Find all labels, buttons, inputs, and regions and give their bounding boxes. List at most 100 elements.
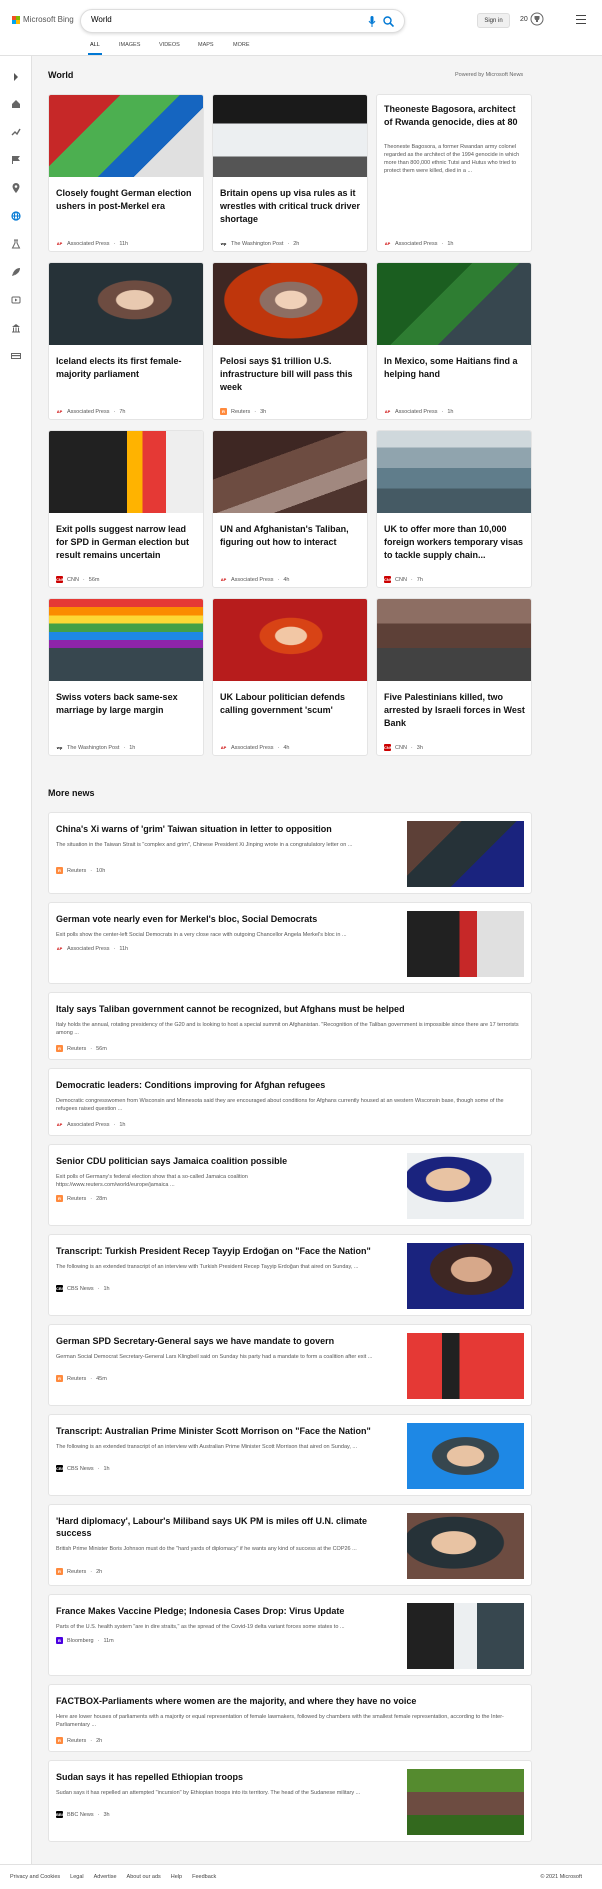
news-list-item[interactable]: Transcript: Turkish President Recep Tayy… <box>48 1234 532 1316</box>
card-source: wp The Washington Post · 2h <box>220 240 300 247</box>
footer-link-feedback[interactable]: Feedback <box>192 1874 216 1880</box>
news-list-item[interactable]: Democratic leaders: Conditions improving… <box>48 1068 532 1136</box>
news-card[interactable]: Five Palestinians killed, two arrested b… <box>376 598 532 756</box>
news-list-item[interactable]: German vote nearly even for Merkel's blo… <box>48 902 532 984</box>
news-title[interactable]: China's Xi warns of 'grim' Taiwan situat… <box>56 823 386 835</box>
home-icon[interactable] <box>11 96 21 108</box>
card-title[interactable]: Closely fought German election ushers in… <box>56 187 198 213</box>
card-title[interactable]: Theoneste Bagosora, architect of Rwanda … <box>384 103 526 129</box>
search-input[interactable] <box>91 15 351 24</box>
article-image <box>213 263 367 345</box>
source-logo-icon: wp <box>56 744 63 751</box>
card-title[interactable]: Iceland elects its first female-majority… <box>56 355 198 381</box>
news-list-item[interactable]: Italy says Taliban government cannot be … <box>48 992 532 1060</box>
article-image <box>213 431 367 513</box>
tab-more[interactable]: MORE <box>233 42 250 48</box>
article-image <box>49 263 203 345</box>
news-card[interactable]: UN and Afghanistan's Taliban, figuring o… <box>212 430 368 588</box>
tab-all[interactable]: ALL <box>90 42 100 48</box>
news-list-item[interactable]: Sudan says it has repelled Ethiopian tro… <box>48 1760 532 1842</box>
card-title[interactable]: UK to offer more than 10,000 foreign wor… <box>384 523 526 562</box>
flag-icon[interactable] <box>11 152 21 164</box>
card-title[interactable]: UN and Afghanistan's Taliban, figuring o… <box>220 523 362 549</box>
news-thumbnail <box>407 1513 524 1579</box>
source-logo-icon: CBS <box>56 1285 65 1292</box>
rewards-trophy-icon[interactable] <box>530 12 544 26</box>
card-source: AP Associated Press · 11h <box>56 240 129 247</box>
card-title[interactable]: UK Labour politician defends calling gov… <box>220 691 362 717</box>
building-icon[interactable] <box>11 320 21 333</box>
search-icon[interactable] <box>383 16 394 27</box>
news-title[interactable]: 'Hard diplomacy', Labour's Miliband says… <box>56 1515 396 1539</box>
money-icon[interactable] <box>11 348 21 359</box>
news-title[interactable]: Sudan says it has repelled Ethiopian tro… <box>56 1771 386 1783</box>
news-title[interactable]: France Makes Vaccine Pledge; Indonesia C… <box>56 1605 386 1617</box>
microphone-icon[interactable] <box>368 16 376 27</box>
footer-link-privacy[interactable]: Privacy and Cookies <box>10 1874 60 1880</box>
news-card[interactable]: Britain opens up visa rules as it wrestl… <box>212 94 368 252</box>
location-icon[interactable] <box>11 180 21 193</box>
news-card[interactable]: Closely fought German election ushers in… <box>48 94 204 252</box>
news-card[interactable]: UK to offer more than 10,000 foreign wor… <box>376 430 532 588</box>
expand-chevron-icon[interactable] <box>11 69 21 81</box>
news-card[interactable]: Pelosi says $1 trillion U.S. infrastruct… <box>212 262 368 420</box>
bing-logo[interactable]: Microsoft Bing <box>12 15 74 24</box>
news-list-item[interactable]: FACTBOX-Parliaments where women are the … <box>48 1684 532 1752</box>
news-title[interactable]: Italy says Taliban government cannot be … <box>56 1003 526 1015</box>
news-list-item[interactable]: Senior CDU politician says Jamaica coali… <box>48 1144 532 1226</box>
tab-maps[interactable]: MAPS <box>198 42 214 48</box>
source-logo-icon: AP <box>384 240 391 247</box>
news-thumbnail <box>407 1423 524 1489</box>
sign-in-button[interactable]: Sign in <box>477 13 510 28</box>
news-title[interactable]: German vote nearly even for Merkel's blo… <box>56 913 386 925</box>
article-image <box>49 431 203 513</box>
footer-link-help[interactable]: Help <box>171 1874 182 1880</box>
trending-icon[interactable] <box>11 124 21 136</box>
footer-link-about-ads[interactable]: About our ads <box>127 1874 161 1880</box>
card-title[interactable]: Exit polls suggest narrow lead for SPD i… <box>56 523 198 562</box>
card-title[interactable]: Five Palestinians killed, two arrested b… <box>384 691 526 730</box>
news-title[interactable]: FACTBOX-Parliaments where women are the … <box>56 1695 526 1707</box>
news-snippet: Sudan says it has repelled an attempted … <box>56 1790 361 1796</box>
news-card[interactable]: Theoneste Bagosora, architect of Rwanda … <box>376 94 532 252</box>
footer-links: Privacy and Cookies Legal Advertise Abou… <box>10 1874 216 1880</box>
news-list-item[interactable]: 'Hard diplomacy', Labour's Miliband says… <box>48 1504 532 1586</box>
news-snippet: Exit polls of Germany's federal election… <box>56 1174 248 1188</box>
hamburger-menu-icon[interactable] <box>576 15 586 24</box>
news-title[interactable]: Transcript: Australian Prime Minister Sc… <box>56 1425 386 1437</box>
source-logo-icon: R <box>56 1195 63 1202</box>
news-title[interactable]: Transcript: Turkish President Recep Tayy… <box>56 1245 386 1257</box>
tab-images[interactable]: IMAGES <box>119 42 140 48</box>
source-logo-icon: R <box>56 1568 63 1575</box>
news-snippet: The following is an extended transcript … <box>56 1264 359 1270</box>
tab-videos[interactable]: VIDEOS <box>159 42 180 48</box>
card-title[interactable]: In Mexico, some Haitians find a helping … <box>384 355 526 381</box>
news-list-item[interactable]: China's Xi warns of 'grim' Taiwan situat… <box>48 812 532 894</box>
rocket-icon[interactable] <box>11 264 21 276</box>
card-title[interactable]: Swiss voters back same-sex marriage by l… <box>56 691 198 717</box>
rewards-count[interactable]: 20 <box>520 16 528 23</box>
science-icon[interactable] <box>11 236 21 249</box>
news-title[interactable]: Senior CDU politician says Jamaica coali… <box>56 1155 386 1167</box>
article-image <box>213 95 367 177</box>
news-card[interactable]: Swiss voters back same-sex marriage by l… <box>48 598 204 756</box>
news-list-item[interactable]: France Makes Vaccine Pledge; Indonesia C… <box>48 1594 532 1676</box>
footer-link-legal[interactable]: Legal <box>70 1874 83 1880</box>
card-title[interactable]: Pelosi says $1 trillion U.S. infrastruct… <box>220 355 362 394</box>
news-card[interactable]: Exit polls suggest narrow lead for SPD i… <box>48 430 204 588</box>
news-card[interactable]: UK Labour politician defends calling gov… <box>212 598 368 756</box>
news-source: AP Associated Press · 11h <box>56 945 129 952</box>
footer-link-advertise[interactable]: Advertise <box>94 1874 117 1880</box>
news-source: R Reuters · 56m <box>56 1045 107 1052</box>
search-box[interactable] <box>80 9 405 33</box>
news-card[interactable]: In Mexico, some Haitians find a helping … <box>376 262 532 420</box>
news-title[interactable]: German SPD Secretary-General says we hav… <box>56 1335 386 1347</box>
card-title[interactable]: Britain opens up visa rules as it wrestl… <box>220 187 362 226</box>
news-list-item[interactable]: Transcript: Australian Prime Minister Sc… <box>48 1414 532 1496</box>
news-thumbnail <box>407 1243 524 1309</box>
video-icon[interactable] <box>11 292 21 304</box>
news-card[interactable]: Iceland elects its first female-majority… <box>48 262 204 420</box>
news-title[interactable]: Democratic leaders: Conditions improving… <box>56 1079 526 1091</box>
news-list-item[interactable]: German SPD Secretary-General says we hav… <box>48 1324 532 1406</box>
globe-icon[interactable] <box>11 208 21 221</box>
